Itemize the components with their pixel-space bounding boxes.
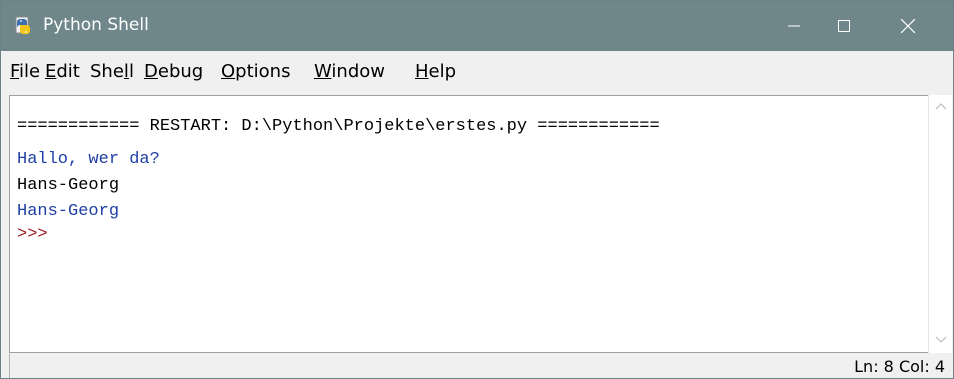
- user-input-line: Hans-Georg: [17, 176, 120, 195]
- program-output-line: Hallo, wer da?: [17, 150, 160, 169]
- menu-shell[interactable]: Shell: [90, 61, 134, 83]
- status-bar: Ln: 8 Col: 4: [1, 354, 953, 378]
- close-button[interactable]: [885, 1, 931, 51]
- scroll-down-arrow-icon[interactable]: [935, 335, 947, 345]
- cursor-position: Ln: 8 Col: 4: [854, 357, 945, 376]
- python-shell-window: Python Shell File Edit Shell Debug Optio…: [0, 0, 954, 379]
- menu-file-mnemonic: F: [10, 61, 20, 82]
- shell-prompt[interactable]: >>>: [17, 225, 48, 245]
- menu-help-mnemonic: H: [415, 61, 429, 82]
- restart-banner: ============ RESTART: D:\Python\Projekte…: [17, 117, 660, 136]
- program-output-line: Hans-Georg: [17, 202, 120, 221]
- menu-options-mnemonic: O: [221, 61, 236, 82]
- status-divider: [9, 354, 10, 378]
- vertical-scrollbar[interactable]: [928, 95, 952, 353]
- maximize-button[interactable]: [821, 1, 867, 51]
- maximize-icon: [838, 20, 850, 32]
- menu-window-label: indow: [331, 61, 385, 82]
- close-icon: [901, 19, 915, 33]
- menu-edit-mnemonic: E: [45, 61, 57, 82]
- menu-debug-mnemonic: D: [144, 61, 158, 82]
- menu-edit-label: dit: [56, 61, 80, 82]
- menu-file[interactable]: File: [10, 61, 40, 83]
- menu-options[interactable]: Options: [221, 61, 290, 83]
- menu-bar: File Edit Shell Debug Options Window Hel…: [1, 51, 953, 91]
- python-idle-icon: [15, 16, 30, 34]
- minimize-button[interactable]: [771, 1, 817, 51]
- menu-window[interactable]: Window: [314, 61, 385, 83]
- minimize-icon: [788, 25, 800, 27]
- window-title: Python Shell: [43, 15, 149, 35]
- menu-debug[interactable]: Debug: [144, 61, 203, 83]
- menu-shell-label: l: [128, 61, 134, 82]
- menu-edit[interactable]: Edit: [45, 61, 80, 83]
- title-bar[interactable]: Python Shell: [1, 1, 953, 51]
- menu-shell-prefix: She: [90, 61, 124, 82]
- menu-file-label: ile: [19, 61, 41, 82]
- scroll-up-arrow-icon[interactable]: [935, 101, 947, 111]
- menu-help-label: elp: [428, 61, 457, 82]
- menu-debug-label: ebug: [157, 61, 204, 82]
- menu-help[interactable]: Help: [415, 61, 456, 83]
- shell-text-area[interactable]: ============ RESTART: D:\Python\Projekte…: [9, 95, 928, 353]
- menu-window-mnemonic: W: [314, 61, 332, 82]
- menu-options-label: ptions: [235, 61, 291, 82]
